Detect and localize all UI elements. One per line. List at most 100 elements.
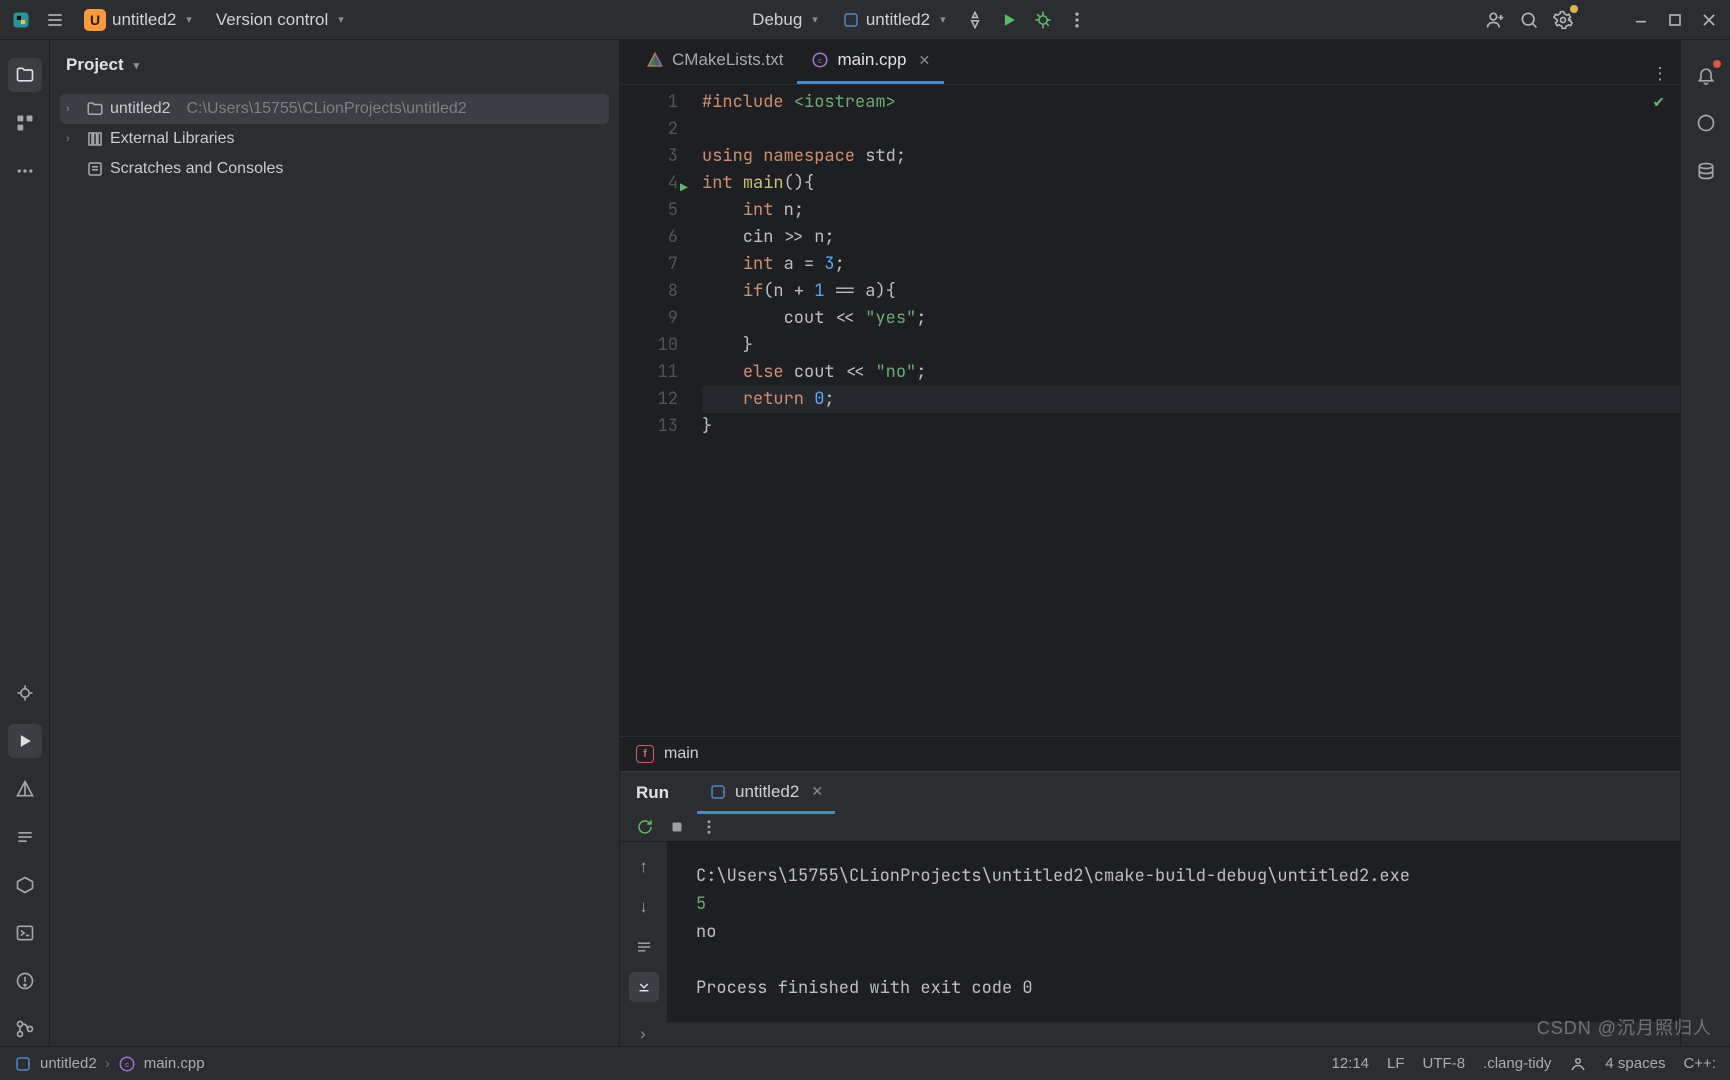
library-icon (86, 130, 104, 148)
close-icon[interactable]: ✕ (918, 52, 930, 69)
tree-external-libs[interactable]: › External Libraries (60, 124, 609, 154)
build-button[interactable] (960, 5, 990, 35)
run-tool-icon[interactable] (8, 724, 42, 758)
chevron-down-icon: ▾ (812, 13, 818, 26)
run-tab[interactable]: untitled2 ✕ (697, 772, 835, 814)
project-sidebar: Project ▾ › untitled2 C:\Users\15755\CLi… (50, 40, 620, 1046)
more-tools-icon[interactable] (8, 154, 42, 188)
folder-icon (86, 100, 104, 118)
svg-text:c: c (819, 56, 823, 65)
soft-wrap-icon[interactable] (629, 932, 659, 962)
cmake-icon (646, 51, 664, 69)
run-config-label: Debug (752, 10, 802, 30)
notifications-icon[interactable] (1689, 58, 1723, 92)
nav-file[interactable]: main.cpp (144, 1055, 205, 1072)
close-icon[interactable]: ✕ (811, 783, 823, 800)
maximize-button[interactable] (1660, 5, 1690, 35)
editor-tab[interactable]: CMakeLists.txt (632, 39, 797, 84)
vcs-label: Version control (216, 10, 328, 30)
language-mode[interactable]: C++: (1683, 1055, 1716, 1072)
run-target-label: untitled2 (866, 10, 930, 30)
caret-position[interactable]: 12:14 (1331, 1055, 1369, 1072)
scratch-icon (86, 160, 104, 178)
scroll-up-icon[interactable]: ↑ (629, 852, 659, 882)
tab-label: CMakeLists.txt (672, 50, 783, 70)
sidebar-header[interactable]: Project ▾ (50, 40, 619, 90)
chevron-down-icon: ▾ (338, 13, 344, 26)
run-tabbar: Run untitled2 ✕ (620, 772, 1680, 814)
line-separator[interactable]: LF (1387, 1055, 1405, 1072)
chevron-right-icon[interactable]: › (640, 1024, 646, 1044)
run-button[interactable] (994, 5, 1024, 35)
tabbar-more-icon[interactable]: ⋮ (1640, 64, 1680, 84)
cmake-tool-icon[interactable] (8, 772, 42, 806)
editor-tab[interactable]: c main.cpp ✕ (797, 39, 944, 84)
run-target-selector[interactable]: untitled2 ▾ (832, 5, 956, 35)
line-gutter: 12345678910111213▶ (620, 85, 702, 736)
linter-profile[interactable]: .clang-tidy (1483, 1055, 1551, 1072)
right-tool-rail (1680, 40, 1730, 1046)
cpp-file-icon: c (118, 1055, 136, 1073)
more-actions-icon[interactable] (1062, 5, 1092, 35)
project-tool-icon[interactable] (8, 58, 42, 92)
chevron-down-icon: ▾ (940, 13, 946, 26)
status-bar: untitled2 › c main.cpp 12:14 LF UTF-8 .c… (0, 1046, 1730, 1080)
vcs-menu[interactable]: Version control ▾ (206, 5, 354, 35)
sidebar-title: Project (66, 55, 124, 75)
tree-root-name: untitled2 (110, 100, 171, 118)
app-logo[interactable] (6, 5, 36, 35)
services-tool-icon[interactable] (8, 868, 42, 902)
code-with-me-icon[interactable] (1480, 5, 1510, 35)
database-icon[interactable] (1689, 154, 1723, 188)
scroll-to-end-icon[interactable] (629, 972, 659, 1002)
project-tree: › untitled2 C:\Users\15755\CLionProjects… (50, 90, 619, 184)
tree-root-path: C:\Users\15755\CLionProjects\untitled2 (187, 100, 467, 118)
run-side-rail: ↑ ↓ (620, 842, 668, 1022)
breadcrumb-label: main (664, 745, 699, 763)
vcs-tool-icon[interactable] (8, 1012, 42, 1046)
file-encoding[interactable]: UTF-8 (1423, 1055, 1466, 1072)
top-toolbar: U untitled2 ▾ Version control ▾ Debug ▾ … (0, 0, 1730, 40)
read-only-icon[interactable] (1569, 1055, 1587, 1073)
code-editor[interactable]: ✔ 12345678910111213▶ #include <iostream>… (620, 85, 1680, 736)
main-menu-icon[interactable] (40, 5, 70, 35)
module-icon (14, 1055, 32, 1073)
breadcrumb[interactable]: f main (620, 736, 1680, 771)
messages-tool-icon[interactable] (8, 820, 42, 854)
search-icon[interactable] (1514, 5, 1544, 35)
run-tool-window: Run untitled2 ✕ ↑ (620, 771, 1680, 1046)
svg-text:c: c (125, 1060, 129, 1069)
tree-root[interactable]: › untitled2 C:\Users\15755\CLionProjects… (60, 94, 609, 124)
chevron-down-icon: ▾ (186, 13, 192, 26)
structure-tool-icon[interactable] (8, 106, 42, 140)
ai-assistant-icon[interactable] (1689, 106, 1723, 140)
settings-update-dot (1570, 5, 1578, 13)
minimize-button[interactable] (1626, 5, 1656, 35)
run-tab-label: untitled2 (735, 782, 799, 802)
project-selector[interactable]: U untitled2 ▾ (74, 5, 202, 35)
close-button[interactable] (1694, 5, 1724, 35)
cpp-file-icon: c (811, 51, 829, 69)
run-more-icon[interactable] (700, 818, 718, 836)
function-icon: f (636, 745, 654, 763)
settings-icon[interactable] (1548, 5, 1578, 35)
chevron-down-icon: ▾ (134, 59, 140, 72)
indent-setting[interactable]: 4 spaces (1605, 1055, 1665, 1072)
problems-tool-icon[interactable] (8, 964, 42, 998)
debug-button[interactable] (1028, 5, 1058, 35)
debug-tool-icon[interactable] (8, 676, 42, 710)
run-output[interactable]: C:\Users\15755\CLionProjects\untitled2\c… (668, 842, 1680, 1022)
rerun-icon[interactable] (636, 818, 654, 836)
nav-project[interactable]: untitled2 (40, 1055, 97, 1072)
editor-area: CMakeLists.txt c main.cpp ✕ ⋮ ✔ 12345678910… (620, 40, 1680, 1046)
run-config-selector[interactable]: Debug ▾ (742, 5, 828, 35)
run-title: Run (636, 783, 669, 803)
scroll-down-icon[interactable]: ↓ (629, 892, 659, 922)
tree-scratches[interactable]: Scratches and Consoles (60, 154, 609, 184)
stop-icon[interactable] (668, 818, 686, 836)
gutter-run-icon[interactable]: ▶ (680, 174, 688, 201)
editor-tabbar: CMakeLists.txt c main.cpp ✕ ⋮ (620, 40, 1680, 85)
terminal-tool-icon[interactable] (8, 916, 42, 950)
tab-label: main.cpp (837, 50, 906, 70)
code-body[interactable]: #include <iostream> using namespace std;… (702, 85, 1680, 736)
